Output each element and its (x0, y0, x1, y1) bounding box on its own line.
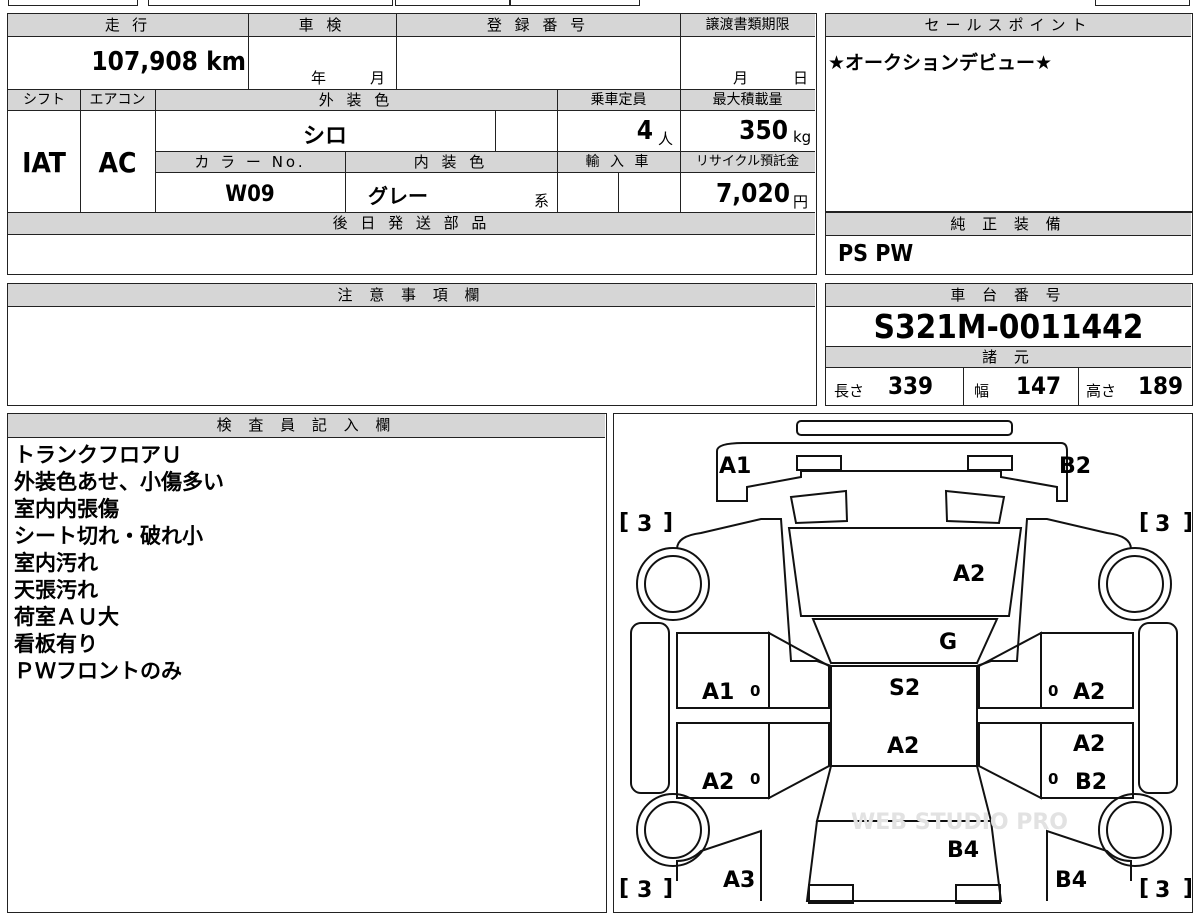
shift-label: シフト (23, 92, 65, 108)
recycle-fee-label: リサイクル預託金 (695, 154, 800, 169)
height-label: 高さ (1086, 382, 1117, 400)
vehicle-diagram: [ 3 ] [ 3 ] [ 3 ] [ 3 ] A1 B2 A2 G S2 A1… (619, 420, 1191, 904)
chassis-label: 車 台 番 号 (826, 284, 1191, 307)
dimensions-label: 諸 元 (982, 348, 1035, 366)
width-label: 幅 (974, 382, 990, 400)
height-value: 189 (1138, 372, 1184, 400)
shaken-month-unit: 月 (370, 69, 386, 87)
sales-point-box: セールスポイント ★オークションデビュー★ (825, 13, 1193, 212)
inspector-notes: トランクフロアＵ 外装色あせ、小傷多い 室内内張傷 シート切れ・破れ小 室内汚れ… (14, 442, 594, 685)
shaken-label: 車 検 (298, 16, 346, 34)
watermark: WEB STUDIO PRO (851, 810, 1068, 835)
capacity-label: 乗車定員 (590, 92, 647, 108)
registration-label: 登 録 番 号 (486, 16, 590, 34)
zero-mark: 0 (1048, 682, 1058, 700)
inspector-note-line: ＰＷフロントのみ (14, 659, 182, 683)
tire-bracket-right: ] (1183, 510, 1191, 535)
caution-label: 注 意 事 項 欄 (8, 284, 815, 307)
max-load-value: 350 (739, 116, 788, 146)
import-label: 輸 入 車 (585, 154, 652, 170)
damage-mark: A3 (723, 868, 755, 893)
tire-depth-front-left: 3 (637, 878, 652, 903)
recycle-fee-unit: 円 (793, 193, 809, 211)
tire-bracket-left: [ (1139, 510, 1149, 535)
tire-depth-rear-left: 3 (637, 512, 652, 537)
capacity-unit: 人 (658, 130, 674, 148)
inspector-note-line: 室内汚れ (14, 551, 98, 575)
inspector-box: 検 査 員 記 入 欄 トランクフロアＵ 外装色あせ、小傷多い 室内内張傷 シー… (7, 413, 607, 913)
sales-point-label: セールスポイント (826, 14, 1191, 37)
mileage-label: 走 行 (104, 16, 152, 34)
transfer-deadline-label: 譲渡書類期限 (705, 17, 790, 33)
capacity-value: 4 (636, 116, 653, 146)
inspector-note-line: シート切れ・破れ小 (14, 524, 203, 548)
tire-bracket-left: [ (619, 510, 629, 535)
equipment-box: 純 正 装 備 PS PW (825, 212, 1193, 275)
zero-mark: 0 (750, 770, 760, 788)
damage-mark: A2 (953, 562, 985, 587)
shaken-year-unit: 年 (311, 69, 327, 87)
exterior-color-value: シロ (302, 124, 347, 149)
tire-bracket-right: ] (1183, 876, 1191, 901)
spec-table: 走 行 車 検 登 録 番 号 譲渡書類期限 107,908 km 年 月 月 … (7, 13, 817, 275)
inspector-note-line: 看板有り (14, 632, 98, 656)
tire-depth-front-right: 3 (1155, 878, 1170, 903)
length-value: 339 (888, 372, 934, 400)
damage-mark: A1 (719, 454, 751, 479)
width-value: 147 (1016, 372, 1062, 400)
damage-mark: A2 (1073, 732, 1105, 757)
mileage-value: 107,908 km (91, 47, 246, 77)
tire-bracket-right: ] (663, 876, 673, 901)
damage-mark: B4 (1055, 868, 1087, 893)
color-number-label: カ ラ ー No. (194, 153, 306, 171)
damage-mark: G (939, 630, 957, 655)
damage-mark: B2 (1059, 454, 1091, 479)
equipment-label: 純 正 装 備 (826, 213, 1191, 236)
shift-value: IAT (22, 146, 66, 179)
tire-bracket-left: [ (619, 876, 629, 901)
exterior-color-label: 外 装 色 (318, 91, 394, 109)
length-label: 長さ (834, 382, 865, 400)
inspector-note-line: 室内内張傷 (14, 497, 119, 521)
recycle-fee-value: 7,020 (716, 179, 790, 209)
later-parts-label: 後 日 発 送 部 品 (332, 214, 491, 232)
tire-bracket-left: [ (1139, 876, 1149, 901)
zero-mark: 0 (750, 682, 760, 700)
interior-color-label: 内 装 色 (413, 153, 489, 171)
transfer-month-unit: 月 (733, 69, 749, 87)
damage-mark: B4 (947, 838, 979, 863)
damage-mark: A1 (702, 680, 734, 705)
caution-box: 注 意 事 項 欄 (7, 283, 817, 406)
inspector-note-line: 外装色あせ、小傷多い (14, 470, 224, 494)
chassis-box: 車 台 番 号 S321M-0011442 諸 元 長さ 339 幅 147 高… (825, 283, 1193, 406)
inspector-label: 検 査 員 記 入 欄 (8, 414, 605, 438)
damage-mark: B2 (1075, 770, 1107, 795)
max-load-label: 最大積載量 (712, 92, 783, 108)
inspector-note-line: 荷室ＡＵ大 (14, 605, 119, 629)
tire-bracket-right: ] (663, 510, 673, 535)
interior-color-unit: 系 (534, 192, 550, 210)
zero-mark: 0 (1048, 770, 1058, 788)
interior-color-value: グレー (368, 184, 428, 208)
damage-mark: A2 (1073, 680, 1105, 705)
color-number-value: W09 (225, 182, 275, 207)
ac-value: AC (98, 146, 137, 179)
equipment-text: PS PW (838, 241, 914, 267)
vehicle-diagram-box: [ 3 ] [ 3 ] [ 3 ] [ 3 ] A1 B2 A2 G S2 A1… (613, 413, 1193, 913)
damage-mark: A2 (887, 734, 919, 759)
tire-depth-rear-right: 3 (1155, 512, 1170, 537)
damage-mark: S2 (889, 676, 920, 701)
chassis-number: S321M-0011442 (873, 307, 1144, 346)
sales-point-text: ★オークションデビュー★ (828, 52, 1053, 74)
ac-label: エアコン (89, 92, 146, 108)
max-load-unit: kg (793, 128, 812, 146)
inspector-note-line: 天張汚れ (14, 578, 98, 602)
transfer-day-unit: 日 (793, 69, 809, 87)
damage-mark: A2 (702, 770, 734, 795)
inspector-note-line: トランクフロアＵ (14, 443, 182, 467)
